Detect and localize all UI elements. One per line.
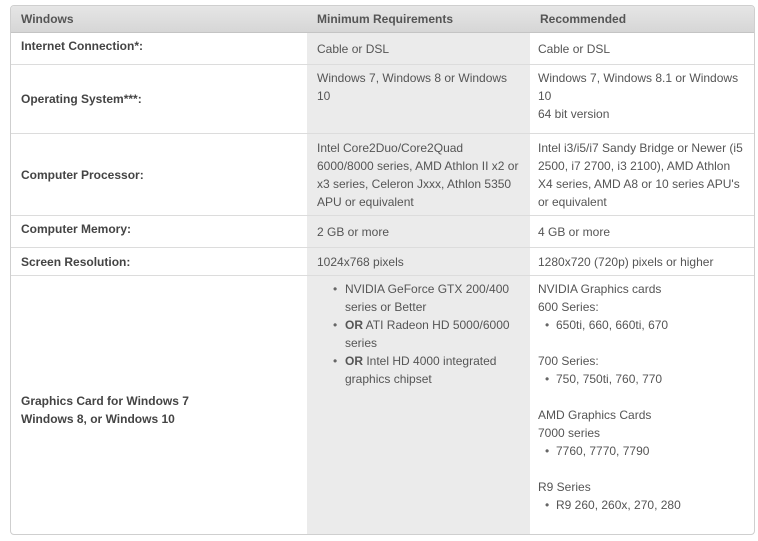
rec-os-versions: Windows 7, Windows 8.1 or Windows 10 — [538, 71, 739, 103]
table-row-memory: Computer Memory: 2 GB or more 4 GB or mo… — [11, 215, 754, 248]
rec-os: Windows 7, Windows 8.1 or Windows 10 64 … — [530, 64, 754, 134]
system-requirements-table: Windows Minimum Requirements Recommended… — [11, 6, 754, 535]
rec-gpu-nvidia-700-heading: 700 Series: — [538, 354, 599, 368]
header-row: Windows Minimum Requirements Recommended — [11, 6, 754, 33]
rec-gpu-amd-7000-heading: 7000 series — [538, 426, 601, 440]
rec-gpu: NVIDIA Graphics cards 600 Series: 650ti,… — [530, 276, 754, 535]
table-row-resolution: Screen Resolution: 1024x768 pixels 1280x… — [11, 247, 754, 276]
rec-resolution: 1280x720 (720p) pixels or higher — [530, 247, 754, 276]
table-row-gpu: Graphics Card for Windows 7 Windows 8, o… — [11, 275, 754, 535]
row-label-internet: Internet Connection*: — [11, 32, 307, 65]
list-item: NVIDIA GeForce GTX 200/400 series or Bet… — [333, 280, 522, 316]
rec-gpu-nvidia-700-list: 750, 750ti, 760, 770 — [538, 370, 746, 388]
requirements-table-container: Windows Minimum Requirements Recommended… — [10, 5, 755, 535]
table-row-cpu: Computer Processor: Intel Core2Duo/Core2… — [11, 133, 754, 216]
rec-gpu-nvidia-heading: NVIDIA Graphics cards — [538, 282, 662, 296]
list-item: 7760, 7770, 7790 — [545, 442, 746, 460]
row-label-resolution: Screen Resolution: — [11, 247, 307, 276]
rec-gpu-amd-7000-list: 7760, 7770, 7790 — [538, 442, 746, 460]
header-minimum: Minimum Requirements — [307, 6, 530, 33]
list-item: 750, 750ti, 760, 770 — [545, 370, 746, 388]
min-cpu: Intel Core2Duo/Core2Quad 6000/8000 serie… — [307, 133, 530, 216]
row-label-gpu-line1: Graphics Card for Windows 7 — [21, 393, 189, 408]
list-item: OR ATI Radeon HD 5000/6000 series — [333, 316, 522, 352]
min-os: Windows 7, Windows 8 or Windows 10 — [307, 64, 530, 134]
rec-gpu-amd-r9-list: R9 260, 260x, 270, 280 — [538, 496, 746, 514]
row-label-memory: Computer Memory: — [11, 215, 307, 248]
header-recommended: Recommended — [530, 6, 754, 33]
table-row-internet: Internet Connection*: Cable or DSL Cable… — [11, 32, 754, 65]
list-item: R9 260, 260x, 270, 280 — [545, 496, 746, 514]
rec-gpu-amd-heading: AMD Graphics Cards — [538, 408, 652, 422]
list-item: 650ti, 660, 660ti, 670 — [545, 316, 746, 334]
min-gpu-list: NVIDIA GeForce GTX 200/400 series or Bet… — [317, 280, 522, 388]
row-label-gpu-line2: Windows 8, or Windows 10 — [21, 411, 175, 426]
row-label-cpu: Computer Processor: — [11, 133, 307, 216]
rec-gpu-nvidia-600-list: 650ti, 660, 660ti, 670 — [538, 316, 746, 334]
min-internet: Cable or DSL — [307, 32, 530, 65]
table-row-os: Operating System***: Windows 7, Windows … — [11, 64, 754, 134]
min-memory: 2 GB or more — [307, 215, 530, 248]
min-resolution: 1024x768 pixels — [307, 247, 530, 276]
list-item: OR Intel HD 4000 integrated graphics chi… — [333, 352, 522, 388]
rec-gpu-nvidia-600-heading: 600 Series: — [538, 300, 599, 314]
rec-internet: Cable or DSL — [530, 32, 754, 65]
header-windows: Windows — [11, 6, 307, 33]
min-gpu: NVIDIA GeForce GTX 200/400 series or Bet… — [307, 275, 530, 534]
rec-gpu-amd-r9-heading: R9 Series — [538, 480, 591, 494]
rec-os-note: 64 bit version — [538, 107, 610, 121]
rec-memory: 4 GB or more — [530, 215, 754, 248]
row-label-gpu: Graphics Card for Windows 7 Windows 8, o… — [11, 276, 307, 535]
rec-cpu: Intel i3/i5/i7 Sandy Bridge or Newer (i5… — [530, 133, 754, 216]
row-label-os: Operating System***: — [11, 64, 307, 134]
